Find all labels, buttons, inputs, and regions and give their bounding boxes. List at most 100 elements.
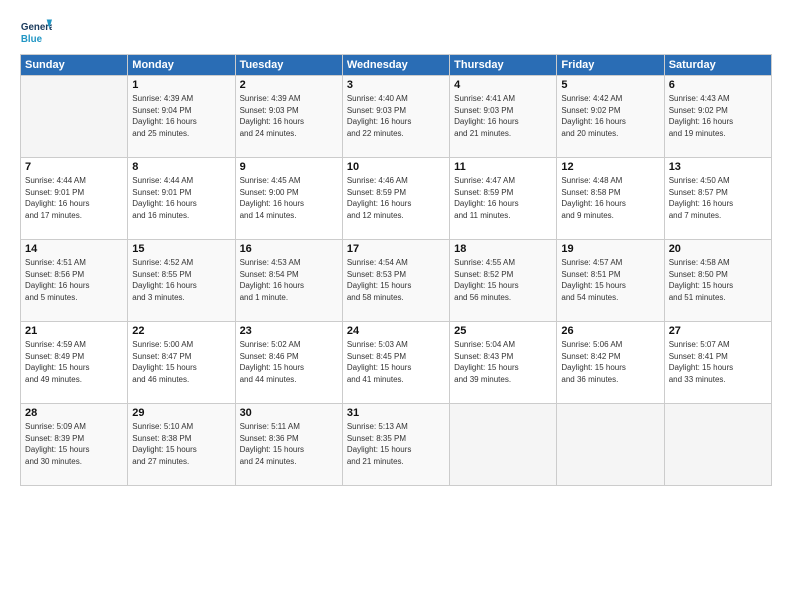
day-info: Sunrise: 4:42 AM Sunset: 9:02 PM Dayligh…	[561, 93, 659, 139]
day-info: Sunrise: 4:48 AM Sunset: 8:58 PM Dayligh…	[561, 175, 659, 221]
day-info: Sunrise: 4:50 AM Sunset: 8:57 PM Dayligh…	[669, 175, 767, 221]
header: General Blue	[20, 16, 772, 48]
day-info: Sunrise: 5:09 AM Sunset: 8:39 PM Dayligh…	[25, 421, 123, 467]
calendar-cell: 28 Sunrise: 5:09 AM Sunset: 8:39 PM Dayli…	[21, 404, 128, 486]
day-info: Sunrise: 4:39 AM Sunset: 9:04 PM Dayligh…	[132, 93, 230, 139]
calendar-cell: 15 Sunrise: 4:52 AM Sunset: 8:55 PM Dayli…	[128, 240, 235, 322]
calendar-cell: 10 Sunrise: 4:46 AM Sunset: 8:59 PM Dayli…	[342, 158, 449, 240]
week-row-3: 21 Sunrise: 4:59 AM Sunset: 8:49 PM Dayli…	[21, 322, 772, 404]
day-info: Sunrise: 4:59 AM Sunset: 8:49 PM Dayligh…	[25, 339, 123, 385]
day-number: 18	[454, 243, 552, 255]
day-number: 14	[25, 243, 123, 255]
day-number: 6	[669, 79, 767, 91]
day-info: Sunrise: 4:41 AM Sunset: 9:03 PM Dayligh…	[454, 93, 552, 139]
day-number: 8	[132, 161, 230, 173]
logo-icon: General Blue	[20, 16, 52, 48]
day-info: Sunrise: 4:57 AM Sunset: 8:51 PM Dayligh…	[561, 257, 659, 303]
day-info: Sunrise: 4:46 AM Sunset: 8:59 PM Dayligh…	[347, 175, 445, 221]
calendar-cell: 17 Sunrise: 4:54 AM Sunset: 8:53 PM Dayli…	[342, 240, 449, 322]
calendar-cell: 3 Sunrise: 4:40 AM Sunset: 9:03 PM Daylig…	[342, 76, 449, 158]
day-info: Sunrise: 5:13 AM Sunset: 8:35 PM Dayligh…	[347, 421, 445, 467]
calendar-cell: 27 Sunrise: 5:07 AM Sunset: 8:41 PM Dayli…	[664, 322, 771, 404]
calendar-cell: 29 Sunrise: 5:10 AM Sunset: 8:38 PM Dayli…	[128, 404, 235, 486]
calendar-cell: 21 Sunrise: 4:59 AM Sunset: 8:49 PM Dayli…	[21, 322, 128, 404]
day-number: 29	[132, 407, 230, 419]
weekday-header-monday: Monday	[128, 55, 235, 76]
day-info: Sunrise: 5:02 AM Sunset: 8:46 PM Dayligh…	[240, 339, 338, 385]
day-info: Sunrise: 5:06 AM Sunset: 8:42 PM Dayligh…	[561, 339, 659, 385]
day-info: Sunrise: 5:03 AM Sunset: 8:45 PM Dayligh…	[347, 339, 445, 385]
weekday-header-thursday: Thursday	[450, 55, 557, 76]
calendar-cell: 25Sunrise: 5:04 AM Sunset: 8:43 PM Dayli…	[450, 322, 557, 404]
calendar-cell: 23 Sunrise: 5:02 AM Sunset: 8:46 PM Dayli…	[235, 322, 342, 404]
calendar-cell: 5 Sunrise: 4:42 AM Sunset: 9:02 PM Daylig…	[557, 76, 664, 158]
calendar-cell	[21, 76, 128, 158]
day-info: Sunrise: 4:40 AM Sunset: 9:03 PM Dayligh…	[347, 93, 445, 139]
day-number: 12	[561, 161, 659, 173]
calendar-table: SundayMondayTuesdayWednesdayThursdayFrid…	[20, 54, 772, 486]
day-number: 11	[454, 161, 552, 173]
weekday-header-wednesday: Wednesday	[342, 55, 449, 76]
day-info: Sunrise: 4:53 AM Sunset: 8:54 PM Dayligh…	[240, 257, 338, 303]
day-number: 1	[132, 79, 230, 91]
weekday-header-tuesday: Tuesday	[235, 55, 342, 76]
day-number: 10	[347, 161, 445, 173]
day-info: Sunrise: 4:52 AM Sunset: 8:55 PM Dayligh…	[132, 257, 230, 303]
day-info: Sunrise: 4:47 AM Sunset: 8:59 PM Dayligh…	[454, 175, 552, 221]
logo: General Blue	[20, 16, 52, 48]
day-number: 22	[132, 325, 230, 337]
day-number: 31	[347, 407, 445, 419]
day-number: 19	[561, 243, 659, 255]
calendar-cell: 30Sunrise: 5:11 AM Sunset: 8:36 PM Dayli…	[235, 404, 342, 486]
calendar-cell: 20Sunrise: 4:58 AM Sunset: 8:50 PM Dayli…	[664, 240, 771, 322]
weekday-header-row: SundayMondayTuesdayWednesdayThursdayFrid…	[21, 55, 772, 76]
day-number: 15	[132, 243, 230, 255]
day-info: Sunrise: 4:39 AM Sunset: 9:03 PM Dayligh…	[240, 93, 338, 139]
day-number: 3	[347, 79, 445, 91]
weekday-header-friday: Friday	[557, 55, 664, 76]
calendar-cell: 1 Sunrise: 4:39 AM Sunset: 9:04 PM Daylig…	[128, 76, 235, 158]
calendar-cell: 4 Sunrise: 4:41 AM Sunset: 9:03 PM Daylig…	[450, 76, 557, 158]
week-row-2: 14 Sunrise: 4:51 AM Sunset: 8:56 PM Dayli…	[21, 240, 772, 322]
day-info: Sunrise: 4:58 AM Sunset: 8:50 PM Dayligh…	[669, 257, 767, 303]
day-number: 7	[25, 161, 123, 173]
calendar-cell: 11 Sunrise: 4:47 AM Sunset: 8:59 PM Dayli…	[450, 158, 557, 240]
calendar-cell: 18 Sunrise: 4:55 AM Sunset: 8:52 PM Dayli…	[450, 240, 557, 322]
calendar-cell: 24Sunrise: 5:03 AM Sunset: 8:45 PM Dayli…	[342, 322, 449, 404]
calendar-cell: 7 Sunrise: 4:44 AM Sunset: 9:01 PM Daylig…	[21, 158, 128, 240]
calendar-cell	[664, 404, 771, 486]
day-number: 2	[240, 79, 338, 91]
day-number: 23	[240, 325, 338, 337]
day-number: 21	[25, 325, 123, 337]
day-number: 5	[561, 79, 659, 91]
day-info: Sunrise: 4:51 AM Sunset: 8:56 PM Dayligh…	[25, 257, 123, 303]
day-number: 4	[454, 79, 552, 91]
day-info: Sunrise: 5:07 AM Sunset: 8:41 PM Dayligh…	[669, 339, 767, 385]
week-row-4: 28 Sunrise: 5:09 AM Sunset: 8:39 PM Dayli…	[21, 404, 772, 486]
weekday-header-saturday: Saturday	[664, 55, 771, 76]
day-number: 27	[669, 325, 767, 337]
day-info: Sunrise: 5:10 AM Sunset: 8:38 PM Dayligh…	[132, 421, 230, 467]
calendar-cell: 22 Sunrise: 5:00 AM Sunset: 8:47 PM Dayli…	[128, 322, 235, 404]
calendar-cell: 26 Sunrise: 5:06 AM Sunset: 8:42 PM Dayli…	[557, 322, 664, 404]
day-number: 26	[561, 325, 659, 337]
day-info: Sunrise: 4:44 AM Sunset: 9:01 PM Dayligh…	[25, 175, 123, 221]
calendar-cell: 19 Sunrise: 4:57 AM Sunset: 8:51 PM Dayli…	[557, 240, 664, 322]
day-number: 16	[240, 243, 338, 255]
calendar-cell: 9Sunrise: 4:45 AM Sunset: 9:00 PM Daylig…	[235, 158, 342, 240]
calendar-cell: 2 Sunrise: 4:39 AM Sunset: 9:03 PM Daylig…	[235, 76, 342, 158]
day-number: 9	[240, 161, 338, 173]
calendar-cell	[450, 404, 557, 486]
day-info: Sunrise: 5:00 AM Sunset: 8:47 PM Dayligh…	[132, 339, 230, 385]
day-info: Sunrise: 4:54 AM Sunset: 8:53 PM Dayligh…	[347, 257, 445, 303]
calendar-cell: 14 Sunrise: 4:51 AM Sunset: 8:56 PM Dayli…	[21, 240, 128, 322]
calendar-cell: 31 Sunrise: 5:13 AM Sunset: 8:35 PM Dayli…	[342, 404, 449, 486]
day-info: Sunrise: 4:55 AM Sunset: 8:52 PM Dayligh…	[454, 257, 552, 303]
day-number: 13	[669, 161, 767, 173]
day-number: 28	[25, 407, 123, 419]
weekday-header-sunday: Sunday	[21, 55, 128, 76]
calendar-cell: 12 Sunrise: 4:48 AM Sunset: 8:58 PM Dayli…	[557, 158, 664, 240]
calendar-cell: 13 Sunrise: 4:50 AM Sunset: 8:57 PM Dayli…	[664, 158, 771, 240]
day-number: 30	[240, 407, 338, 419]
day-number: 17	[347, 243, 445, 255]
